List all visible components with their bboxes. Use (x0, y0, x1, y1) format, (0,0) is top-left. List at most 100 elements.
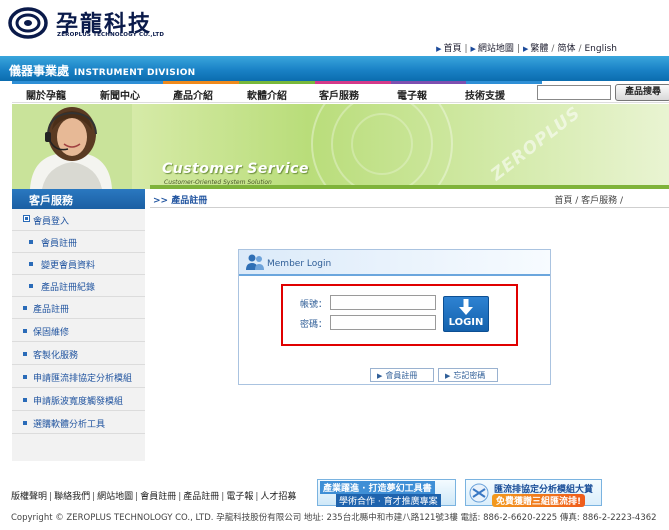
login-button-label: LOGIN (448, 317, 484, 328)
sidebar-item-label: 產品註冊紀錄 (41, 283, 96, 293)
bullet-icon (23, 421, 27, 425)
register-button-label: 會員註冊 (385, 371, 418, 380)
register-button[interactable]: ▶ 會員註冊 (370, 368, 434, 382)
top-link-home[interactable]: 首頁 (443, 44, 461, 54)
sidebar: 客戶服務 會員登入 會員註冊 變更會員資料 產品註冊紀錄 產品註冊 保固維修 客… (12, 189, 145, 461)
account-label: 帳號： (300, 300, 328, 310)
zeroplus-logo-icon[interactable] (8, 6, 48, 40)
separator: | (178, 492, 182, 502)
bullet-icon (23, 329, 27, 333)
brand-subtitle: ZEROPLUS TECHNOLOGY CO.,LTD (57, 32, 165, 38)
footer-link-product-register[interactable]: 產品註冊 (183, 492, 219, 502)
separator: | (516, 44, 520, 54)
product-search-input[interactable] (537, 85, 611, 100)
sidebar-title: 客戶服務 (12, 189, 145, 209)
headset-agent-image (12, 104, 132, 189)
main-nav: 關於孕龍 新聞中心 產品介紹 軟體介紹 客戶服務 電子報 技術支援 產品搜尋 (12, 84, 669, 103)
sidebar-item-label: 申請脈波寬度觸發模組 (33, 397, 124, 407)
down-arrow-icon (459, 299, 473, 315)
footer-link-contact[interactable]: 聯絡我們 (54, 492, 90, 502)
triangle-icon: ▶ (445, 372, 451, 380)
product-search-button[interactable]: 產品搜尋 (615, 84, 669, 101)
ad2-subline: 免費獲贈三組匯流排! (492, 494, 586, 507)
forgot-password-button[interactable]: ▶ 忘記密碼 (438, 368, 498, 382)
nav-item-customer-service[interactable]: 客戶服務 (319, 87, 359, 102)
footer-link-newsletter[interactable]: 電子報 (226, 492, 253, 502)
nav-item-tech-support[interactable]: 技術支援 (465, 87, 505, 102)
footer-link-copyright[interactable]: 版權聲明 (11, 492, 47, 502)
bullet-icon (23, 306, 27, 310)
footer-links: 版權聲明 | 聯絡我們 | 網站地圖 | 會員註冊 | 產品註冊 | 電子報 | 人才招募 (11, 489, 296, 502)
separator: / (578, 44, 582, 54)
nav-item-about[interactable]: 關於孕龍 (26, 87, 66, 102)
section-header: >> 產品註冊 首頁 / 客戶服務 / (150, 192, 669, 208)
breadcrumb[interactable]: 首頁 / 客戶服務 / (554, 193, 623, 206)
sidebar-item-edit-profile[interactable]: 變更會員資料 (12, 253, 145, 275)
sidebar-item-custom-service[interactable]: 客製化服務 (12, 343, 145, 365)
copyright-text: Copyright © ZEROPLUS TECHNOLOGY CO., LTD… (11, 513, 657, 523)
sidebar-item-label: 會員登入 (33, 217, 70, 227)
password-label: 密碼： (300, 320, 328, 330)
sidebar-item-label: 會員註冊 (41, 239, 78, 249)
academic-cooperation-ad[interactable]: 產業躍進 · 打造夢幻工具書 學術合作 · 育才推廣專案 (317, 479, 456, 507)
sidebar-item-label: 選購軟體分析工具 (33, 420, 106, 430)
top-link-english[interactable]: English (585, 44, 618, 54)
sidebar-item-bus-protocol-module[interactable]: 申請匯流排協定分析模組 (12, 366, 145, 388)
division-title-zh: 儀器事業處 (9, 64, 70, 78)
division-bar: 儀器事業處 INSTRUMENT DIVISION (0, 56, 669, 81)
bullet-icon (23, 398, 27, 402)
triangle-bullet-icon: ▶ (522, 45, 529, 53)
triangle-bullet-icon: ▶ (470, 45, 476, 53)
footer-link-sitemap[interactable]: 網站地圖 (97, 492, 133, 502)
sidebar-item-member-login[interactable]: 會員登入 (12, 209, 145, 231)
bullet-icon (29, 284, 33, 288)
login-button[interactable]: LOGIN (443, 296, 489, 332)
users-icon (246, 254, 264, 270)
bullet-icon (23, 352, 27, 356)
separator: | (255, 492, 259, 502)
sidebar-item-registration-history[interactable]: 產品註冊紀錄 (12, 275, 145, 297)
bus-protocol-promo-ad[interactable]: 匯流排協定分析模組大賞 免費獲贈三組匯流排! (465, 479, 602, 507)
password-input[interactable] (330, 315, 436, 330)
nav-item-products[interactable]: 產品介紹 (173, 87, 213, 102)
ad1-subline: 學術合作 · 育才推廣專案 (336, 494, 441, 507)
nav-item-news[interactable]: 新聞中心 (100, 87, 140, 102)
login-title: Member Login (267, 259, 332, 269)
bullet-icon (29, 262, 33, 266)
top-link-traditional[interactable]: 繁體 (530, 44, 548, 54)
account-input[interactable] (330, 295, 436, 310)
footer-link-member-register[interactable]: 會員註冊 (140, 492, 176, 502)
sidebar-item-warranty-repair[interactable]: 保固維修 (12, 320, 145, 342)
sidebar-item-pulse-width-module[interactable]: 申請脈波寬度觸發模組 (12, 389, 145, 411)
sidebar-item-product-registration[interactable]: 產品註冊 (12, 297, 145, 319)
separator: | (135, 492, 139, 502)
nav-item-newsletter[interactable]: 電子報 (397, 87, 427, 102)
customer-service-banner: ZEROPLUS Customer Service Customer-Orien… (12, 104, 669, 189)
top-links: ▶ 首頁 | ▶ 網站地圖 | ▶ 繁體 / 简体 / English (436, 41, 617, 54)
banner-title: Customer Service (162, 161, 309, 177)
top-link-sitemap[interactable]: 網站地圖 (478, 44, 514, 54)
site-header: 孕龍科技 ZEROPLUS TECHNOLOGY CO.,LTD ▶ 首頁 | ▶ 網站… (0, 0, 669, 56)
sidebar-item-label: 客製化服務 (33, 351, 79, 361)
top-link-simplified[interactable]: 简体 (557, 44, 575, 54)
division-title-en: INSTRUMENT DIVISION (74, 68, 196, 78)
login-header: Member Login (239, 250, 550, 274)
sidebar-item-analysis-tools[interactable]: 選購軟體分析工具 (12, 412, 145, 434)
separator: | (92, 492, 96, 502)
sidebar-item-label: 變更會員資料 (41, 261, 96, 271)
bullet-icon (23, 375, 27, 379)
separator: | (464, 44, 468, 54)
forgot-password-label: 忘記密碼 (453, 371, 486, 380)
footer-link-careers[interactable]: 人才招募 (260, 492, 296, 502)
separator: / (551, 44, 555, 54)
separator: | (49, 492, 53, 502)
nav-item-software[interactable]: 軟體介紹 (247, 87, 287, 102)
bullet-icon (29, 240, 33, 244)
login-header-underline (239, 274, 550, 276)
separator: | (221, 492, 225, 502)
division-title: 儀器事業處 INSTRUMENT DIVISION (9, 62, 196, 79)
sidebar-item-member-register[interactable]: 會員註冊 (12, 231, 145, 253)
triangle-icon: ▶ (377, 372, 383, 380)
triangle-bullet-icon: ▶ (436, 45, 442, 53)
gift-icon (469, 483, 489, 503)
